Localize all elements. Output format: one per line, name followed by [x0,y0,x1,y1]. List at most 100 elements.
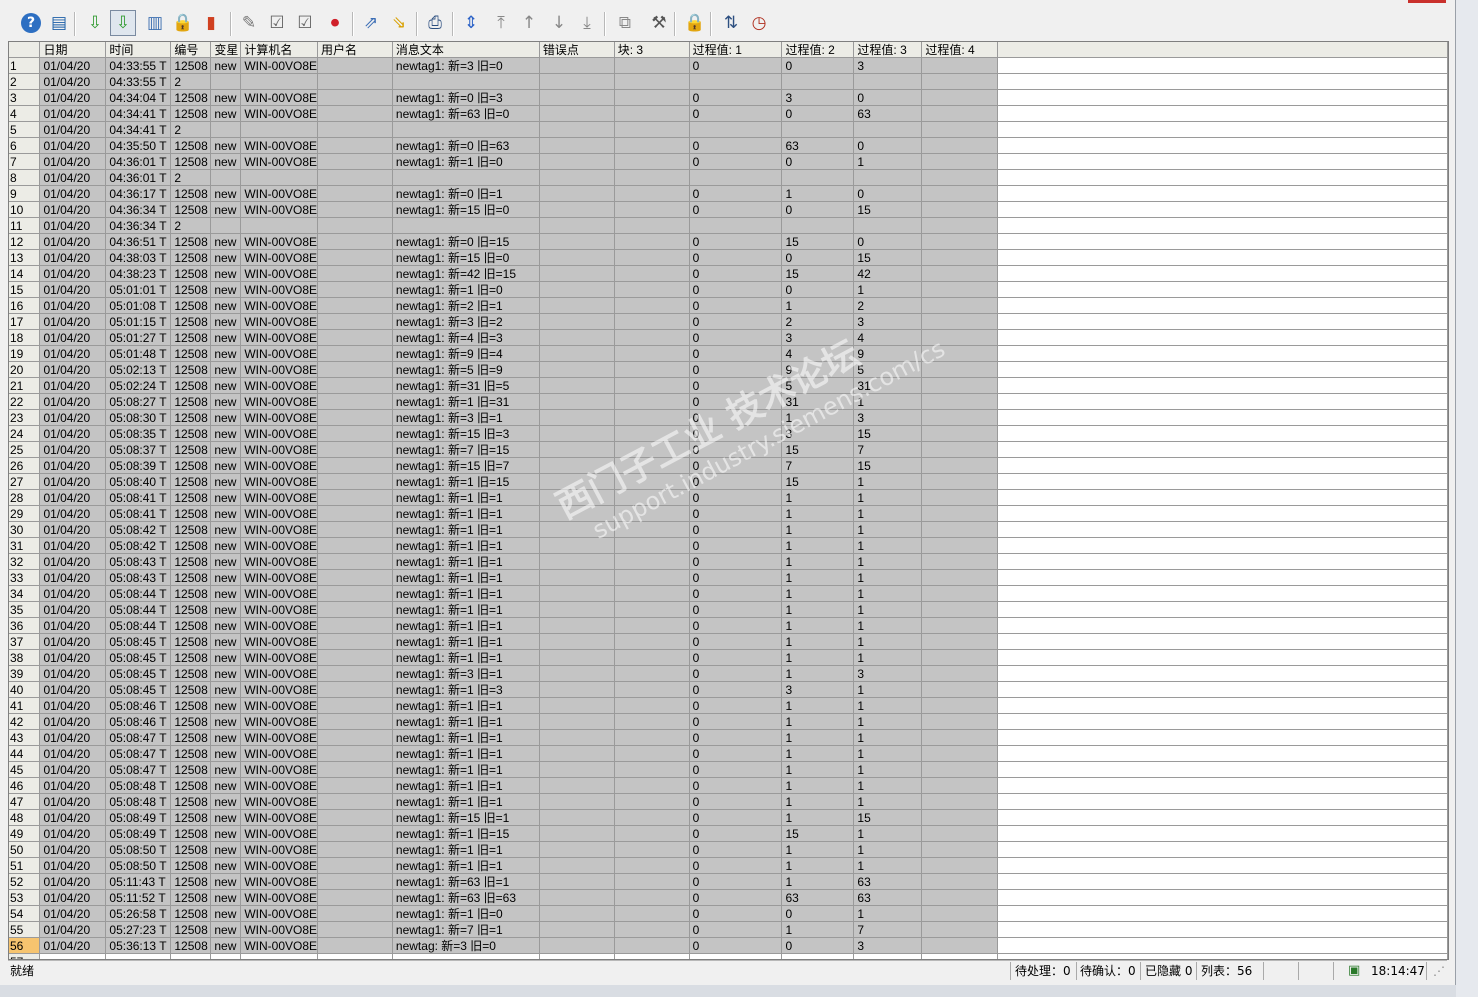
sort-az-icon[interactable]: ⇅ [718,10,744,36]
table-row[interactable]: 17 01/04/20 05:01:15 T 12508 new WIN-00VO8E ne… [9,313,1448,330]
table-row[interactable]: 16 01/04/20 05:01:08 T 12508 new WIN-00VO8E ne… [9,297,1448,314]
close-button-edge[interactable] [1408,0,1446,3]
column-header[interactable]: 过程值: 2 [781,42,855,58]
table-row[interactable]: 47 01/04/20 05:08:48 T 12508 new WIN-00VO8E ne… [9,793,1448,810]
table-row[interactable]: 48 01/04/20 05:08:49 T 12508 new WIN-00VO8E ne… [9,809,1448,826]
wrench-icon[interactable]: ⚒ [646,10,672,36]
table-row[interactable]: 3 01/04/20 04:34:04 T 12508 new WIN-00VO8E new… [9,89,1448,106]
table-row[interactable]: 4 01/04/20 04:34:41 T 12508 new WIN-00VO8E new… [9,105,1448,122]
table-row[interactable]: 43 01/04/20 05:08:47 T 12508 new WIN-00VO8E ne… [9,729,1448,746]
export-icon[interactable]: ⇗ [358,10,384,36]
column-header[interactable]: 过程值: 4 [921,42,999,58]
help-icon[interactable]: ? [18,10,44,36]
column-header[interactable]: 过程值: 3 [853,42,923,58]
doc-view-icon[interactable]: ▤ [46,10,72,36]
table-row[interactable]: 30 01/04/20 05:08:42 T 12508 new WIN-00VO8E ne… [9,521,1448,538]
table-row[interactable]: 1 01/04/20 04:33:55 T 12508 new WIN-00VO8E new… [9,57,1448,74]
table-row[interactable]: 45 01/04/20 05:08:47 T 12508 new WIN-00VO8E ne… [9,761,1448,778]
table-row[interactable]: 27 01/04/20 05:08:40 T 12508 new WIN-00VO8E ne… [9,473,1448,490]
table-row[interactable]: 31 01/04/20 05:08:42 T 12508 new WIN-00VO8E ne… [9,537,1448,554]
table-row[interactable]: 28 01/04/20 05:08:41 T 12508 new WIN-00VO8E ne… [9,489,1448,506]
table-row[interactable]: 36 01/04/20 05:08:44 T 12508 new WIN-00VO8E ne… [9,617,1448,634]
table-row[interactable]: 56 01/04/20 05:36:13 T 12508 new WIN-00VO8E ne… [9,937,1448,954]
column-header[interactable]: 日期 [39,42,107,58]
top-icon[interactable]: ⤒ [488,10,514,36]
table-row[interactable]: 13 01/04/20 04:38:03 T 12508 new WIN-00VO8E ne… [9,249,1448,266]
lock-doc-icon[interactable]: 🔒 [170,10,196,36]
sort-updown-icon[interactable]: ⇕ [458,10,484,36]
table-row[interactable]: 7 01/04/20 04:36:01 T 12508 new WIN-00VO8E new… [9,153,1448,170]
table-row[interactable]: 19 01/04/20 05:01:48 T 12508 new WIN-00VO8E ne… [9,345,1448,362]
table-row[interactable]: 50 01/04/20 05:08:50 T 12508 new WIN-00VO8E ne… [9,841,1448,858]
down-icon[interactable]: ↓ [546,10,572,36]
table-row[interactable]: 39 01/04/20 05:08:45 T 12508 new WIN-00VO8E ne… [9,665,1448,682]
print-icon[interactable]: ⎙ [422,10,448,36]
column-header[interactable]: 编号 [170,42,212,58]
table-row[interactable]: 33 01/04/20 05:08:43 T 12508 new WIN-00VO8E ne… [9,569,1448,586]
column-header[interactable]: 错误点 [539,42,615,58]
table-cell [317,713,393,730]
column-header[interactable] [9,42,41,58]
alarm-bell-icon[interactable]: ⏺ [322,10,348,36]
table-row[interactable]: 55 01/04/20 05:27:23 T 12508 new WIN-00VO8E ne… [9,921,1448,938]
tag-icon[interactable]: ✎ [236,10,262,36]
table-row[interactable]: 12 01/04/20 04:36:51 T 12508 new WIN-00VO8E ne… [9,233,1448,250]
table-row[interactable]: 18 01/04/20 05:01:27 T 12508 new WIN-00VO8E ne… [9,329,1448,346]
table-row[interactable]: 22 01/04/20 05:08:27 T 12508 new WIN-00VO8E ne… [9,393,1448,410]
table-row[interactable]: 23 01/04/20 05:08:30 T 12508 new WIN-00VO8E ne… [9,409,1448,426]
padlock-icon[interactable]: 🔒 [682,10,708,36]
clock-icon[interactable]: ◷ [746,10,772,36]
table-row[interactable]: 25 01/04/20 05:08:37 T 12508 new WIN-00VO8E ne… [9,441,1448,458]
table-row[interactable]: 46 01/04/20 05:08:48 T 12508 new WIN-00VO8E ne… [9,777,1448,794]
resize-grip-icon[interactable]: ⋰ [1433,963,1445,979]
alarm-log-grid[interactable]: 日期 时间 编号 变星 计算机名 用户名 消息文本 错误点 块: 3 过程值: 1 过程值: 2 过程… [8,41,1449,960]
list-check-icon[interactable]: ☑ [264,10,290,36]
table-cell [210,73,242,90]
bar-chart-icon[interactable]: ▮ [198,10,224,36]
table-row[interactable]: 29 01/04/20 05:08:41 T 12508 new WIN-00VO8E ne… [9,505,1448,522]
table-row[interactable]: 44 01/04/20 05:08:47 T 12508 new WIN-00VO8E ne… [9,745,1448,762]
table-row[interactable]: 20 01/04/20 05:02:13 T 12508 new WIN-00VO8E ne… [9,361,1448,378]
table-row[interactable]: 52 01/04/20 05:11:43 T 12508 new WIN-00VO8E ne… [9,873,1448,890]
table-row[interactable]: 2 01/04/20 04:33:55 T2 [9,73,1448,90]
column-header[interactable]: 块: 3 [614,42,690,58]
table-row[interactable]: 6 01/04/20 04:35:50 T 12508 new WIN-00VO8E new… [9,137,1448,154]
table-row[interactable]: 41 01/04/20 05:08:46 T 12508 new WIN-00VO8E ne… [9,697,1448,714]
bottom-icon[interactable]: ⤓ [574,10,600,36]
table-row[interactable]: 35 01/04/20 05:08:44 T 12508 new WIN-00VO8E ne… [9,601,1448,618]
list-check2-icon[interactable]: ☑ [292,10,318,36]
column-header[interactable]: 变星 [210,42,242,58]
table-row[interactable]: 51 01/04/20 05:08:50 T 12508 new WIN-00VO8E ne… [9,857,1448,874]
table-row[interactable]: 21 01/04/20 05:02:24 T 12508 new WIN-00VO8E ne… [9,377,1448,394]
column-header[interactable]: 过程值: 1 [689,42,783,58]
arrow-down-green-pressed-icon[interactable]: ⇩ [110,10,136,36]
table-row[interactable]: 8 01/04/20 04:36:01 T2 [9,169,1448,186]
table-row[interactable]: 53 01/04/20 05:11:52 T 12508 new WIN-00VO8E ne… [9,889,1448,906]
up-icon[interactable]: ↑ [516,10,542,36]
table-row[interactable]: 54 01/04/20 05:26:58 T 12508 new WIN-00VO8E ne… [9,905,1448,922]
arrow-down-green-icon[interactable]: ⇩ [82,10,108,36]
copy-icon[interactable]: ⧉ [612,10,638,36]
column-header[interactable]: 时间 [105,42,172,58]
table-row[interactable]: 14 01/04/20 04:38:23 T 12508 new WIN-00VO8E ne… [9,265,1448,282]
table-row[interactable]: 49 01/04/20 05:08:49 T 12508 new WIN-00VO8E ne… [9,825,1448,842]
table-row[interactable]: 9 01/04/20 04:36:17 T 12508 new WIN-00VO8E new… [9,185,1448,202]
table-row[interactable]: 34 01/04/20 05:08:44 T 12508 new WIN-00VO8E ne… [9,585,1448,602]
table-row[interactable]: 15 01/04/20 05:01:01 T 12508 new WIN-00VO8E ne… [9,281,1448,298]
table-row[interactable]: 26 01/04/20 05:08:39 T 12508 new WIN-00VO8E ne… [9,457,1448,474]
page-icon[interactable]: ▥ [142,10,168,36]
table-row[interactable]: 5 01/04/20 04:34:41 T2 [9,121,1448,138]
column-header[interactable]: 用户名 [317,42,393,58]
table-row[interactable]: 42 01/04/20 05:08:46 T 12508 new WIN-00VO8E ne… [9,713,1448,730]
table-row[interactable]: 10 01/04/20 04:36:34 T 12508 new WIN-00VO8E ne… [9,201,1448,218]
table-row[interactable]: 24 01/04/20 05:08:35 T 12508 new WIN-00VO8E ne… [9,425,1448,442]
table-row[interactable]: 38 01/04/20 05:08:45 T 12508 new WIN-00VO8E ne… [9,649,1448,666]
table-row[interactable]: 37 01/04/20 05:08:45 T 12508 new WIN-00VO8E ne… [9,633,1448,650]
column-header[interactable]: 消息文本 [392,42,540,58]
column-header[interactable]: 计算机名 [240,42,319,58]
table-row[interactable]: 32 01/04/20 05:08:43 T 12508 new WIN-00VO8E ne… [9,553,1448,570]
import-lock-icon[interactable]: ⇘ [386,10,412,36]
table-cell [921,425,999,442]
table-row[interactable]: 40 01/04/20 05:08:45 T 12508 new WIN-00VO8E ne… [9,681,1448,698]
table-row[interactable]: 11 01/04/20 04:36:34 T2 [9,217,1448,234]
